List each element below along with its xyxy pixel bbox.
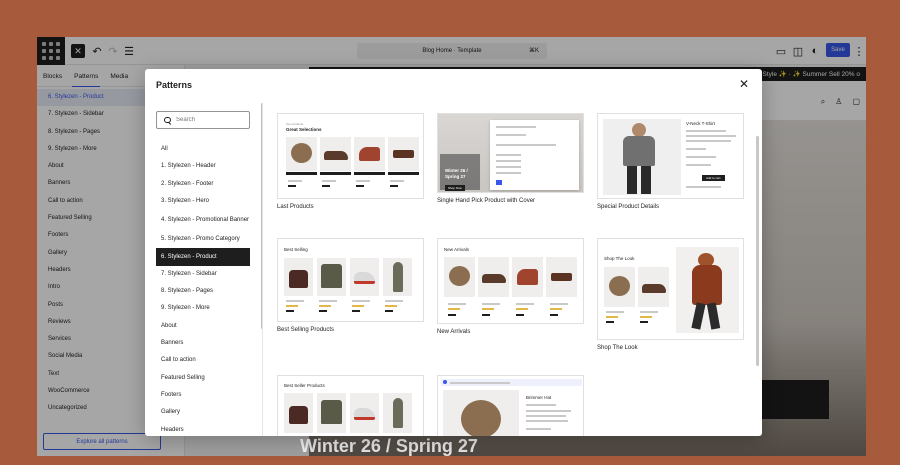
pattern-label: Last Products: [277, 204, 314, 210]
thumbnail-button: Add to cart: [702, 175, 725, 181]
pattern-thumbnail: Top products Great Selections: [277, 113, 424, 199]
category-item[interactable]: Featured Selling: [156, 370, 250, 387]
pattern-label: Shop The Look: [597, 345, 638, 351]
thumbnail-heading: V-Neck T-Shirt: [686, 121, 715, 126]
thumbnail-heading: Shop The Look: [604, 256, 635, 261]
pattern-categories-panel: All 1. Stylezen - Header 2. Stylezen - F…: [145, 103, 263, 436]
pattern-thumbnail: Best Seller Products: [277, 375, 424, 436]
category-item[interactable]: Gallery: [156, 404, 250, 421]
thumbnail-heading: Best Selling: [284, 247, 308, 252]
pattern-card-special-product-details[interactable]: V-Neck T-Shirt Add to cart Special Produ…: [597, 113, 744, 210]
category-item[interactable]: Headers: [156, 421, 250, 436]
pattern-thumbnail: Shop The Look: [597, 238, 744, 340]
category-item[interactable]: 3. Stylezen - Hero: [156, 193, 250, 210]
pattern-card-single-hand-pick[interactable]: Winter 26 / Spring 27 Shop Now Single Ha…: [437, 113, 584, 204]
hero-caption: Winter 26 / Spring 27: [300, 436, 478, 456]
search-input[interactable]: [176, 117, 246, 123]
pattern-thumbnail: Brimmer Hat: [437, 375, 584, 436]
pattern-card-best-seller-products[interactable]: Best Seller Products: [277, 375, 424, 436]
category-item[interactable]: 5. Stylezen - Promo Category: [156, 231, 250, 248]
category-item[interactable]: Footers: [156, 387, 250, 404]
thumbnail-eyebrow: Top products: [286, 122, 304, 126]
category-item[interactable]: 4. Stylezen - Promotional Banner: [156, 210, 250, 231]
category-item[interactable]: Call to action: [156, 352, 250, 369]
category-list: All 1. Stylezen - Header 2. Stylezen - F…: [156, 141, 250, 436]
pattern-card-best-selling-products[interactable]: Best Selling Best Selling Products: [277, 238, 424, 333]
pattern-thumbnail: New Arrivals: [437, 238, 584, 324]
search-icon: [164, 116, 171, 124]
pattern-card-new-arrivals[interactable]: New Arrivals New Arrivals: [437, 238, 584, 335]
search-field[interactable]: [156, 111, 250, 129]
pattern-thumbnail: Winter 26 / Spring 27 Shop Now: [437, 113, 584, 193]
thumbnail-heading: Winter 26 / Spring 27: [445, 168, 468, 179]
pattern-label: Best Selling Products: [277, 327, 335, 333]
pattern-label: New Arrivals: [437, 329, 471, 335]
modal-title: Patterns: [156, 80, 193, 90]
category-item[interactable]: 1. Stylezen - Header: [156, 158, 250, 175]
category-item[interactable]: 8. Stylezen - Pages: [156, 283, 250, 300]
category-item[interactable]: Banners: [156, 335, 250, 352]
thumbnail-heading: New Arrivals: [444, 247, 470, 252]
category-item[interactable]: About: [156, 318, 250, 335]
patterns-modal: Patterns ✕ All 1. Stylezen - Header 2. S…: [145, 69, 762, 436]
thumbnail-heading: Brimmer Hat: [526, 395, 552, 400]
pattern-grid: Top products Great Selections Last Produ…: [263, 103, 762, 436]
category-item[interactable]: All: [156, 141, 250, 158]
category-item[interactable]: 2. Stylezen - Footer: [156, 176, 250, 193]
category-item-active[interactable]: 6. Stylezen - Product: [156, 248, 250, 266]
thumbnail-button: Shop Now: [445, 185, 465, 191]
pattern-label: Single Hand Pick Product with Cover: [437, 198, 536, 204]
pattern-thumbnail: V-Neck T-Shirt Add to cart: [597, 113, 744, 199]
thumbnail-heading: Great Selections: [286, 127, 322, 132]
thumbnail-heading: Best Seller Products: [284, 383, 325, 388]
category-item[interactable]: 9. Stylezen - More: [156, 300, 250, 317]
category-item[interactable]: 7. Stylezen - Sidebar: [156, 266, 250, 283]
close-icon[interactable]: ✕: [738, 78, 750, 90]
pattern-card-product-detail[interactable]: Brimmer Hat: [437, 375, 584, 436]
pattern-card-last-products[interactable]: Top products Great Selections Last Produ…: [277, 113, 424, 210]
pattern-grid-scrollbar[interactable]: [756, 136, 759, 366]
pattern-label: Special Product Details: [597, 204, 660, 210]
pattern-thumbnail: Best Selling: [277, 238, 424, 322]
pattern-card-shop-the-look[interactable]: Shop The Look Shop The Look: [597, 238, 744, 351]
